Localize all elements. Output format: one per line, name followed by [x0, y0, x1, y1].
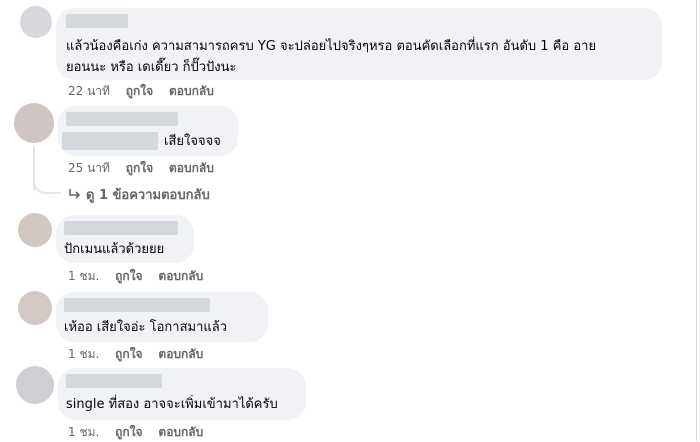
comment-text: เห้ออ เสียใจอ่ะ โอกาสมาแล้ว [64, 320, 228, 335]
comment-bubble: แล้วน้องคือเก่ง ความสามารถครบ YG จะปล่อย… [56, 8, 662, 80]
comment-bubble: เสียใจจจจ [58, 106, 238, 156]
comment-text: เสียใจจจจ [164, 134, 221, 149]
comment-text: ปักเมนแล้วด้วยยย [64, 242, 165, 257]
reply-button[interactable]: ตอบกลับ [158, 269, 203, 283]
comment-time[interactable]: 1 ชม. [68, 425, 99, 439]
reply-button[interactable]: ตอบกลับ [169, 84, 214, 98]
reply-button[interactable]: ตอบกลับ [158, 347, 203, 361]
comment-bubble: ปักเมนแล้วด้วยยย [56, 215, 194, 263]
comment-actions: 25 นาที ถูกใจ ตอบกลับ [68, 159, 226, 178]
comment-actions: 22 นาที ถูกใจ ตอบกลับ [68, 82, 226, 101]
reply-button[interactable]: ตอบกลับ [158, 425, 203, 439]
comment-actions: 1 ชม. ถูกใจ ตอบกลับ [68, 345, 215, 364]
comment-text: แล้วน้องคือเก่ง ความสามารถครบ YG จะปล่อย… [66, 39, 597, 54]
like-button[interactable]: ถูกใจ [115, 269, 142, 283]
avatar[interactable] [18, 291, 52, 325]
comment-time[interactable]: 25 นาที [68, 161, 110, 175]
like-button[interactable]: ถูกใจ [126, 84, 153, 98]
commenter-name-redacted[interactable] [66, 14, 128, 28]
comment-text: single ที่สอง อาจจะเพิ่มเข้ามาได้ครับ [66, 397, 278, 412]
commenter-name-redacted[interactable] [64, 298, 210, 312]
commenter-name-redacted[interactable] [64, 221, 178, 235]
comment-bubble: เห้ออ เสียใจอ่ะ โอกาสมาแล้ว [56, 292, 268, 342]
comment-time[interactable]: 1 ชม. [68, 347, 99, 361]
comment-actions: 1 ชม. ถูกใจ ตอบกลับ [68, 267, 215, 286]
like-button[interactable]: ถูกใจ [126, 161, 153, 175]
commenter-name-redacted[interactable] [66, 374, 162, 388]
scroll-edge [696, 0, 697, 441]
reply-button[interactable]: ตอบกลับ [169, 161, 214, 175]
avatar[interactable] [14, 103, 54, 143]
like-button[interactable]: ถูกใจ [115, 425, 142, 439]
avatar[interactable] [20, 6, 52, 38]
like-button[interactable]: ถูกใจ [115, 347, 142, 361]
avatar[interactable] [18, 213, 52, 247]
view-replies-label: ดู 1 ข้อความตอบกลับ [86, 188, 210, 203]
commenter-name-redacted[interactable] [66, 112, 178, 126]
comment-bubble: single ที่สอง อาจจะเพิ่มเข้ามาได้ครับ [58, 368, 306, 420]
comment-actions: 1 ชม. ถูกใจ ตอบกลับ [68, 423, 215, 442]
comment-time[interactable]: 22 นาที [68, 84, 110, 98]
comment-text: ยอนนะ หรือ เดเดี๊ยว ก็ปั๊วปังนะ [66, 60, 237, 75]
thread-line-curve [33, 176, 61, 194]
view-replies-link[interactable]: ดู 1 ข้อความตอบกลับ [68, 184, 210, 205]
commenter-name-redacted[interactable] [62, 132, 158, 150]
avatar[interactable] [16, 366, 54, 404]
comment-time[interactable]: 1 ชม. [68, 269, 99, 283]
reply-arrow-icon [69, 189, 81, 199]
